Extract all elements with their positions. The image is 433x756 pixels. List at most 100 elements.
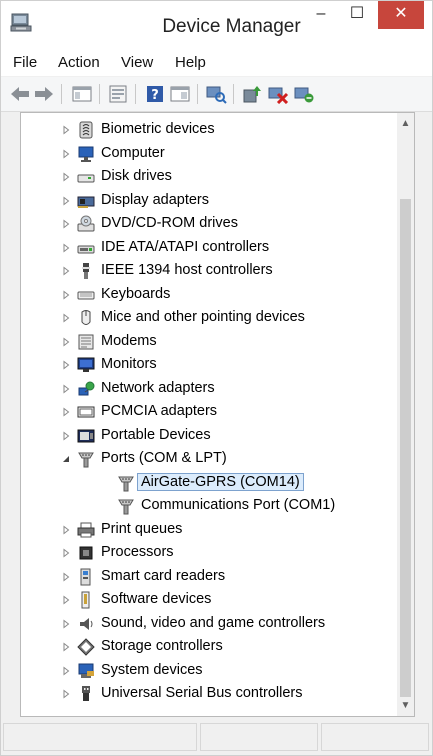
- portable-device-icon: [77, 427, 95, 445]
- tree-item-label[interactable]: Portable Devices: [101, 427, 211, 443]
- tree-category-row[interactable]: Disk drives: [21, 166, 396, 188]
- tree-item-label[interactable]: IDE ATA/ATAPI controllers: [101, 239, 269, 255]
- close-button[interactable]: ✕: [378, 1, 424, 29]
- expand-arrow-icon[interactable]: [61, 195, 71, 206]
- device-tree[interactable]: Biometric devices Computer Disk drives Disp…: [20, 112, 415, 717]
- tree-item-label[interactable]: Computer: [101, 145, 165, 161]
- tree-item-label[interactable]: DVD/CD-ROM drives: [101, 215, 238, 231]
- tree-category-row[interactable]: Keyboards: [21, 284, 396, 306]
- tree-item-label[interactable]: Display adapters: [101, 192, 209, 208]
- expand-arrow-icon[interactable]: [61, 266, 71, 276]
- scroll-down-arrow[interactable]: ▼: [397, 697, 414, 714]
- menu-help[interactable]: Help: [175, 54, 206, 71]
- network-adapter-icon: [77, 380, 95, 398]
- tree-item-label[interactable]: Biometric devices: [101, 121, 215, 137]
- expand-arrow-icon[interactable]: [61, 313, 71, 323]
- expand-arrow-icon[interactable]: [61, 642, 71, 652]
- menu-view[interactable]: View: [121, 54, 153, 71]
- tree-category-row[interactable]: Software devices: [21, 589, 396, 611]
- tree-item-label[interactable]: Storage controllers: [101, 638, 223, 654]
- tree-item-label[interactable]: Processors: [101, 544, 174, 560]
- expand-arrow-icon[interactable]: [61, 665, 71, 676]
- tree-category-row[interactable]: IDE ATA/ATAPI controllers: [21, 237, 396, 259]
- tree-item-label[interactable]: Mice and other pointing devices: [101, 309, 305, 325]
- menu-action[interactable]: Action: [58, 54, 100, 71]
- tree-device-row[interactable]: AirGate-GPRS (COM14): [21, 472, 396, 494]
- scroll-thumb[interactable]: [400, 199, 411, 697]
- tree-item-label[interactable]: Keyboards: [101, 286, 170, 302]
- tree-category-row[interactable]: Storage controllers: [21, 636, 396, 658]
- tree-item-label[interactable]: System devices: [101, 662, 203, 678]
- tree-item-label[interactable]: Universal Serial Bus controllers: [101, 685, 302, 701]
- title-bar[interactable]: Device Manager – ☐ ✕: [1, 1, 432, 45]
- tree-item-label[interactable]: IEEE 1394 host controllers: [101, 262, 273, 278]
- expand-arrow-icon[interactable]: [61, 148, 71, 159]
- tree-category-row[interactable]: Processors: [21, 542, 396, 564]
- collapse-arrow-icon[interactable]: [61, 454, 71, 464]
- tree-item-label[interactable]: Sound, video and game controllers: [101, 615, 325, 631]
- sound-icon: [77, 615, 95, 633]
- tree-item-label[interactable]: Monitors: [101, 356, 157, 372]
- tree-category-row[interactable]: Universal Serial Bus controllers: [21, 683, 396, 705]
- tree-category-row[interactable]: Monitors: [21, 354, 396, 376]
- expand-arrow-icon[interactable]: [61, 172, 71, 182]
- show-hide-console-tree-icon[interactable]: [71, 84, 93, 104]
- tree-category-row[interactable]: IEEE 1394 host controllers: [21, 260, 396, 282]
- scan-hardware-icon[interactable]: [205, 84, 227, 104]
- tree-category-row[interactable]: PCMCIA adapters: [21, 401, 396, 423]
- tree-item-label[interactable]: Software devices: [101, 591, 211, 607]
- tree-item-label[interactable]: Print queues: [101, 521, 182, 537]
- tree-category-row[interactable]: DVD/CD-ROM drives: [21, 213, 396, 235]
- tree-item-label[interactable]: Ports (COM & LPT): [101, 450, 227, 466]
- expand-arrow-icon[interactable]: [61, 618, 71, 629]
- tree-category-row[interactable]: Smart card readers: [21, 566, 396, 588]
- expand-arrow-icon[interactable]: [61, 524, 71, 535]
- display-adapter-icon: [77, 192, 95, 210]
- tree-category-row[interactable]: System devices: [21, 660, 396, 682]
- tree-item-label[interactable]: AirGate-GPRS (COM14): [137, 472, 304, 491]
- disable-device-icon[interactable]: [267, 84, 289, 104]
- expand-arrow-icon[interactable]: [61, 219, 71, 229]
- help-icon[interactable]: ?: [144, 84, 166, 104]
- expand-arrow-icon[interactable]: [61, 595, 71, 605]
- tree-item-label[interactable]: Modems: [101, 333, 157, 349]
- expand-arrow-icon[interactable]: [61, 571, 71, 582]
- tree-item-label[interactable]: PCMCIA adapters: [101, 403, 217, 419]
- expand-arrow-icon[interactable]: [61, 383, 71, 394]
- expand-arrow-icon[interactable]: [61, 548, 71, 558]
- uninstall-device-icon[interactable]: [293, 84, 315, 104]
- menu-file[interactable]: File: [13, 54, 37, 71]
- tree-category-row[interactable]: Network adapters: [21, 378, 396, 400]
- expand-arrow-icon[interactable]: [61, 336, 71, 347]
- expand-arrow-icon[interactable]: [61, 289, 71, 300]
- expand-arrow-icon[interactable]: [61, 242, 71, 253]
- expand-arrow-icon[interactable]: [61, 407, 71, 417]
- tree-category-row[interactable]: Computer: [21, 143, 396, 165]
- properties-icon[interactable]: [107, 84, 129, 104]
- back-arrow-icon[interactable]: [9, 84, 31, 104]
- tree-category-row[interactable]: Modems: [21, 331, 396, 353]
- tree-category-row[interactable]: Biometric devices: [21, 119, 396, 141]
- tree-category-row[interactable]: Print queues: [21, 519, 396, 541]
- update-driver-icon[interactable]: [241, 84, 263, 104]
- tree-device-row[interactable]: Communications Port (COM1): [21, 495, 396, 517]
- scroll-up-arrow[interactable]: ▲: [397, 115, 414, 132]
- tree-item-label[interactable]: Network adapters: [101, 380, 215, 396]
- tree-item-label[interactable]: Disk drives: [101, 168, 172, 184]
- forward-arrow-icon[interactable]: [33, 84, 55, 104]
- expand-arrow-icon[interactable]: [61, 689, 71, 699]
- console-tree-icon[interactable]: [169, 84, 191, 104]
- tree-category-row[interactable]: Portable Devices: [21, 425, 396, 447]
- expand-arrow-icon[interactable]: [61, 430, 71, 441]
- tree-category-row[interactable]: Ports (COM & LPT): [21, 448, 396, 470]
- tree-category-row[interactable]: Sound, video and game controllers: [21, 613, 396, 635]
- tree-item-label[interactable]: Smart card readers: [101, 568, 225, 584]
- expand-arrow-icon[interactable]: [61, 360, 71, 370]
- maximize-button[interactable]: ☐: [340, 1, 374, 29]
- tree-category-row[interactable]: Display adapters: [21, 190, 396, 212]
- tree-item-label[interactable]: Communications Port (COM1): [141, 497, 335, 513]
- tree-category-row[interactable]: Mice and other pointing devices: [21, 307, 396, 329]
- minimize-button[interactable]: –: [306, 1, 336, 29]
- vertical-scrollbar[interactable]: ▲ ▼: [397, 113, 414, 716]
- expand-arrow-icon[interactable]: [61, 125, 71, 135]
